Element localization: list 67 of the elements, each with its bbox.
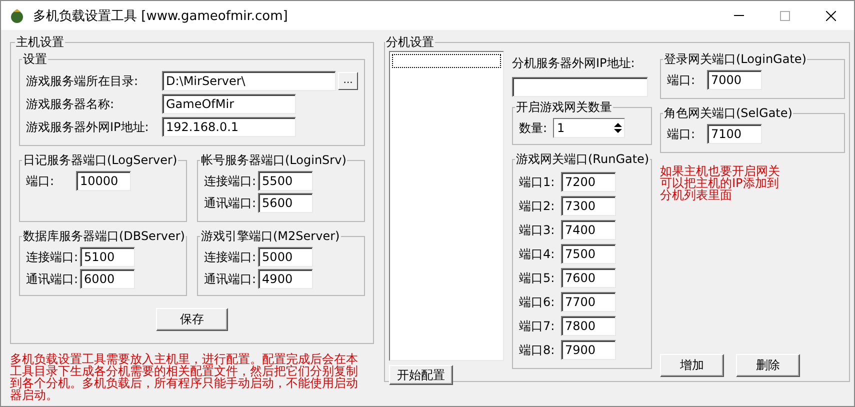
- port-field[interactable]: 10000: [76, 171, 131, 191]
- delete-button[interactable]: 删除: [736, 354, 800, 377]
- field-label: 端口7:: [519, 318, 556, 334]
- app-icon: [9, 8, 25, 24]
- group-title: 数据库服务器端口(DBServer): [22, 228, 186, 245]
- field-label: 分机服务器外网IP地址:: [512, 55, 636, 72]
- field-label: 连接端口:: [204, 248, 256, 266]
- group-title: 游戏引擎端口(M2Server): [200, 228, 341, 245]
- field-label: 端口:: [667, 126, 696, 142]
- group-title: 角色网关端口(SelGate): [663, 105, 794, 122]
- ip-field[interactable]: [512, 77, 648, 97]
- field-label: 端口3:: [519, 222, 556, 238]
- port-field[interactable]: 7700: [561, 292, 616, 312]
- field-label: 游戏服务器外网IP地址:: [26, 118, 150, 136]
- number-spinner[interactable]: 1: [553, 118, 626, 138]
- field-label: 端口5:: [519, 270, 556, 286]
- group-title: 设置: [22, 51, 48, 68]
- port-field[interactable]: 4900: [258, 269, 314, 289]
- field-label: 端口:: [26, 172, 56, 190]
- field-label: 数量:: [519, 120, 548, 136]
- save-button[interactable]: 保存: [156, 308, 228, 331]
- port-field[interactable]: 5600: [258, 193, 314, 213]
- field-label: 连接端口:: [26, 248, 78, 266]
- group-title: 帐号服务器端口(LoginSrv): [200, 152, 348, 169]
- port-field[interactable]: 5000: [258, 247, 314, 267]
- field-label: 端口:: [667, 72, 696, 88]
- group-title: 分机设置: [385, 34, 435, 51]
- field-label: 通讯端口:: [26, 270, 78, 288]
- browse-button[interactable]: ...: [338, 72, 358, 90]
- port-field[interactable]: 6000: [80, 269, 136, 289]
- field-label: 游戏服务器名称:: [26, 96, 116, 112]
- field-label: 通讯端口:: [204, 194, 256, 212]
- group-title: 日记服务器端口(LogServer): [22, 152, 178, 169]
- port-field[interactable]: 7200: [561, 172, 616, 192]
- port-field[interactable]: 7400: [561, 220, 616, 240]
- hint-text: 如果主机也要开启网关可以把主机的IP添加到分机列表里面: [660, 165, 781, 201]
- note-text: 多机负载设置工具需要放入主机里，进行配置。配置完成后会在本工具目录下生成各分机需要的相关配置文件，然后把它们分别复制到各个分机。多机负载后，所有程序只能手动启动，不能使用启动器启动。: [10, 353, 359, 401]
- port-field[interactable]: 7800: [561, 316, 616, 336]
- field-label: 通讯端口:: [204, 270, 256, 288]
- start-button[interactable]: 开始配置: [389, 365, 453, 385]
- group-title: 开启游戏网关数量: [515, 99, 613, 116]
- port-field[interactable]: 5100: [80, 247, 136, 267]
- field-label: 端口6:: [519, 294, 556, 310]
- close-icon[interactable]: [826, 10, 836, 20]
- group-title: 登录网关端口(LoginGate): [663, 51, 808, 68]
- port-field[interactable]: 7300: [561, 196, 616, 216]
- port-field[interactable]: 7100: [707, 124, 762, 144]
- port-field[interactable]: 5500: [258, 171, 314, 191]
- port-field[interactable]: 7500: [561, 244, 616, 264]
- text-field[interactable]: GameOfMir: [162, 94, 296, 114]
- path-field[interactable]: D:\MirServer\: [162, 71, 336, 91]
- field-label: 端口8:: [519, 342, 556, 358]
- text-field[interactable]: 192.168.0.1: [162, 117, 296, 137]
- add-button[interactable]: 增加: [660, 354, 724, 377]
- port-field[interactable]: 7900: [561, 340, 616, 360]
- port-field[interactable]: 7600: [561, 268, 616, 288]
- port-field[interactable]: 7000: [707, 70, 762, 90]
- spin-arrows-icon[interactable]: [612, 120, 624, 136]
- spinner-value: 1: [556, 121, 566, 135]
- window-title: 多机负载设置工具 [www.gameofmir.com]: [33, 8, 289, 24]
- field-label: 端口2:: [519, 198, 556, 214]
- field-label: 端口1:: [519, 174, 556, 190]
- field-label: 游戏服务端所在目录:: [26, 72, 140, 90]
- group-title: 游戏网关端口(RunGate): [515, 151, 650, 168]
- group-title: 主机设置: [15, 34, 65, 51]
- field-label: 端口4:: [519, 246, 556, 262]
- field-label: 连接端口:: [204, 172, 256, 190]
